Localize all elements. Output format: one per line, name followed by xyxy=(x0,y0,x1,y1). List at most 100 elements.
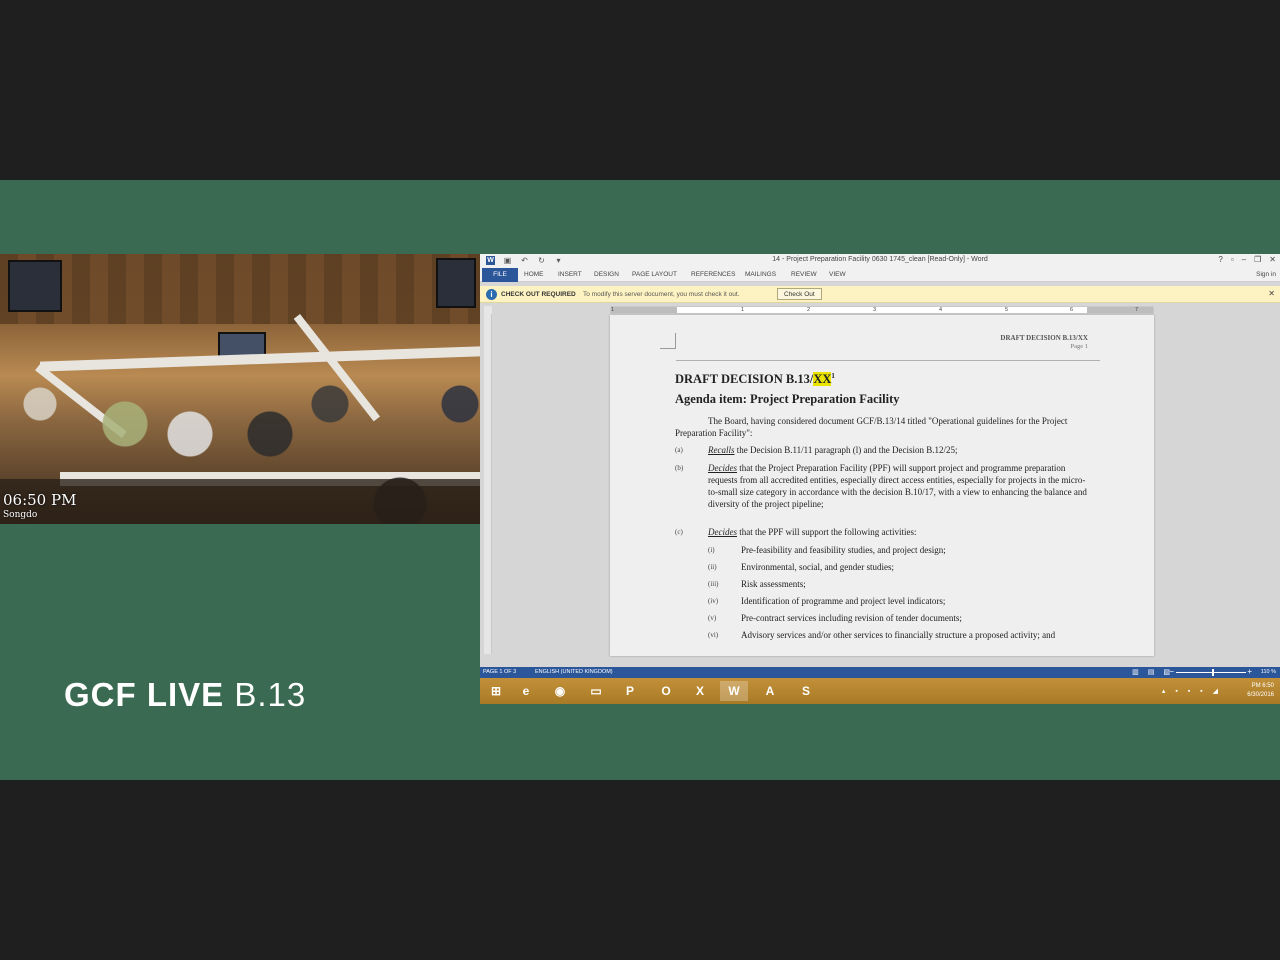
sub-list-item: Pre-feasibility and feasibility studies,… xyxy=(741,545,946,555)
clock-time: PM 6:50 xyxy=(1251,683,1274,689)
ruler-number: 2 xyxy=(807,307,811,313)
crop-mark xyxy=(660,333,676,349)
file-explorer-icon[interactable]: ▭ xyxy=(582,681,610,701)
tab-references[interactable]: REFERENCES xyxy=(691,271,735,278)
ruler-number: 6 xyxy=(1070,307,1074,313)
powerpoint-icon[interactable]: P xyxy=(616,681,644,701)
ruler-left-margin xyxy=(611,307,677,313)
tab-design[interactable]: DESIGN xyxy=(594,271,619,278)
word-icon[interactable]: W xyxy=(720,681,748,701)
tab-mailings[interactable]: MAILINGS xyxy=(745,271,776,278)
sub-list-item: Advisory services and/or other services … xyxy=(741,630,1056,640)
ruler-number: 7 xyxy=(1135,307,1139,313)
page-header-title: DRAFT DECISION B.13/XX xyxy=(1000,334,1088,342)
subitem-label: (iii) xyxy=(708,580,719,588)
tab-selector[interactable] xyxy=(484,306,492,314)
sign-in-link[interactable]: Sign in xyxy=(1256,271,1276,278)
read-mode-icon[interactable]: ▥ xyxy=(1132,668,1139,676)
view-buttons: ▥ ▤ ▧ xyxy=(1132,668,1170,676)
minimize-button[interactable]: – xyxy=(1242,255,1246,264)
window-title: 14 - Project Preparation Facility 0630 1… xyxy=(772,256,988,263)
item-text: that the Project Preparation Facility (P… xyxy=(708,463,1087,509)
list-item: Decides that the PPF will support the fo… xyxy=(708,526,1090,538)
sub-list-item: Environmental, social, and gender studie… xyxy=(741,562,894,572)
document-page[interactable]: DRAFT DECISION B.13/XX Page 1 DRAFT DECI… xyxy=(610,315,1154,656)
ribbon-display-button[interactable]: ▫ xyxy=(1231,255,1234,264)
zoom-out-button[interactable]: − xyxy=(1169,667,1174,676)
vertical-ruler[interactable] xyxy=(484,314,492,654)
checkout-message-bar: i CHECK OUT REQUIRED To modify this serv… xyxy=(480,286,1280,303)
sub-list-item: Risk assessments; xyxy=(741,579,806,589)
ruler-number: 3 xyxy=(873,307,877,313)
zoom-slider-thumb[interactable] xyxy=(1212,669,1214,676)
zoom-level[interactable]: 110 % xyxy=(1261,669,1276,675)
clock-date: 6/30/2016 xyxy=(1247,692,1274,698)
zoom-in-button[interactable]: + xyxy=(1247,667,1252,676)
chrome-icon[interactable]: ◉ xyxy=(546,681,574,701)
wall-monitor xyxy=(436,258,476,308)
agenda-heading: Agenda item: Project Preparation Facilit… xyxy=(675,392,900,406)
page-count[interactable]: PAGE 1 OF 3 xyxy=(483,669,516,675)
taskbar-clock[interactable]: PM 6:50 6/30/2016 xyxy=(1247,682,1274,700)
skype-icon[interactable]: S xyxy=(792,681,820,701)
list-item: Decides that the Project Preparation Fac… xyxy=(708,462,1090,510)
windows-start-icon[interactable]: ⊞ xyxy=(482,681,510,701)
tab-home[interactable]: HOME xyxy=(524,271,544,278)
footnote-marker[interactable]: 1 xyxy=(831,372,835,380)
brand-session: B.13 xyxy=(224,676,307,713)
excel-icon[interactable]: X xyxy=(686,681,714,701)
horizontal-ruler[interactable]: 1 1 2 3 4 5 6 7 xyxy=(610,306,1154,314)
item-text: that the PPF will support the following … xyxy=(737,527,917,537)
close-icon[interactable]: ✕ xyxy=(1268,289,1275,298)
infobar-message: To modify this server document, you must… xyxy=(583,291,740,298)
wall-monitor xyxy=(8,260,62,312)
camera-location: Songdo xyxy=(3,510,38,520)
outlook-icon[interactable]: O xyxy=(652,681,680,701)
windows-taskbar: ⊞ e ◉ ▭ P O X W A S ▴ ▪ ▪ ▪ ◢ PM 6:50 6/… xyxy=(480,678,1280,704)
system-tray-icons[interactable]: ▴ ▪ ▪ ▪ ◢ xyxy=(1162,687,1222,695)
ruler-number: 1 xyxy=(741,307,745,313)
subitem-label: (vi) xyxy=(708,631,719,639)
brand-bold: GCF LIVE xyxy=(64,676,225,713)
sub-list-item: Identification of programme and project … xyxy=(741,596,946,606)
internet-explorer-icon[interactable]: e xyxy=(512,681,540,701)
tab-file[interactable]: FILE xyxy=(482,268,518,282)
ruler-number: 1 xyxy=(611,307,615,313)
meeting-camera-feed: 06:50 PM Songdo xyxy=(0,254,480,524)
item-label: (b) xyxy=(675,464,684,472)
ribbon-tabs: FILE HOME INSERT DESIGN PAGE LAYOUT REFE… xyxy=(480,268,1280,282)
check-out-button[interactable]: Check Out xyxy=(777,288,822,300)
tab-view[interactable]: VIEW xyxy=(829,271,846,278)
print-layout-icon[interactable]: ▤ xyxy=(1148,668,1155,676)
item-verb: Decides xyxy=(708,527,737,537)
camera-timestamp: 06:50 PM xyxy=(3,491,77,509)
item-text: the Decision B.11/11 paragraph (l) and t… xyxy=(734,445,958,455)
acrobat-icon[interactable]: A xyxy=(756,681,784,701)
tab-insert[interactable]: INSERT xyxy=(558,271,582,278)
heading-highlight: XX xyxy=(813,372,832,387)
tab-review[interactable]: REVIEW xyxy=(791,271,817,278)
item-label: (c) xyxy=(675,528,683,536)
subitem-label: (iv) xyxy=(708,597,719,605)
list-item: Recalls the Decision B.11/11 paragraph (… xyxy=(708,444,1090,456)
tab-page-layout[interactable]: PAGE LAYOUT xyxy=(632,271,677,278)
ruler-number: 4 xyxy=(939,307,943,313)
language-indicator[interactable]: ENGLISH (UNITED KINGDOM) xyxy=(535,669,613,675)
ruler-number: 5 xyxy=(1005,307,1009,313)
heading-prefix: DRAFT DECISION B.13/ xyxy=(675,372,814,387)
help-button[interactable]: ? xyxy=(1218,255,1222,264)
sub-list-item: Pre-contract services including revision… xyxy=(741,613,962,623)
subitem-label: (i) xyxy=(708,546,715,554)
restore-button[interactable]: ❐ xyxy=(1254,255,1261,264)
intro-paragraph: The Board, having considered document GC… xyxy=(675,416,1068,438)
subitem-label: (ii) xyxy=(708,563,717,571)
item-label: (a) xyxy=(675,446,683,454)
item-verb: Decides xyxy=(708,463,737,473)
header-divider xyxy=(676,360,1100,361)
window-controls: ? ▫ – ❐ ✕ xyxy=(1218,255,1276,264)
subitem-label: (v) xyxy=(708,614,717,622)
zoom-slider[interactable] xyxy=(1176,672,1246,673)
close-button[interactable]: ✕ xyxy=(1269,255,1276,264)
word-window: W ▣ ↶ ↻ ▾ 14 - Project Preparation Facil… xyxy=(480,254,1280,704)
status-bar: PAGE 1 OF 3 ENGLISH (UNITED KINGDOM) ▥ ▤… xyxy=(480,667,1280,678)
